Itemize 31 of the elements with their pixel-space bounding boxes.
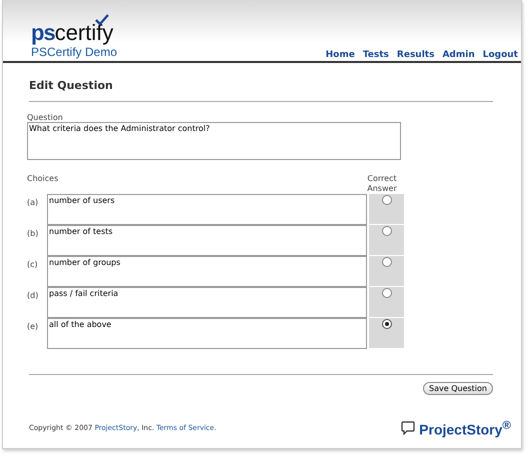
choice-field[interactable]: number of users	[47, 194, 367, 225]
checkmark-icon	[95, 14, 109, 25]
save-button[interactable]: Save Question	[423, 382, 493, 395]
page-heading: Edit Question	[29, 79, 114, 92]
choice-field[interactable]: number of tests	[47, 225, 367, 256]
nav-link[interactable]: Tests	[362, 50, 389, 60]
choice-letter: (e)	[27, 321, 40, 333]
speech-bubble-icon	[401, 421, 416, 436]
radio-button[interactable]	[382, 226, 392, 236]
nav-link[interactable]: Home	[326, 50, 355, 60]
question-field[interactable]: What criteria does the Administrator control?	[27, 122, 401, 160]
site-title: PSCertify Demo	[31, 45, 118, 60]
choice-letter: (d)	[27, 290, 40, 302]
logo: pscertify	[31, 14, 114, 44]
nav-link[interactable]: Results	[396, 50, 434, 60]
radio-button[interactable]	[382, 257, 392, 267]
radio-button[interactable]	[382, 195, 392, 205]
radio-button[interactable]	[382, 288, 392, 298]
choice-field[interactable]: number of groups	[47, 256, 367, 287]
choice-field[interactable]: pass / fail criteria	[47, 287, 367, 318]
section-label: Choices	[27, 174, 58, 183]
radio-button[interactable]	[382, 319, 392, 329]
brand-logo: ProjectStory$^{®}$	[419, 419, 511, 438]
choice-letter: (a)	[27, 197, 40, 209]
choice-letter: (c)	[27, 259, 39, 271]
column-label: Correct Answer	[366, 174, 398, 194]
field-label: Question	[27, 113, 64, 122]
nav-link[interactable]: Admin	[442, 50, 475, 60]
choice-letter: (b)	[27, 228, 40, 240]
nav-link[interactable]: Logout	[482, 50, 518, 60]
choice-field[interactable]: all of the above	[47, 318, 367, 349]
